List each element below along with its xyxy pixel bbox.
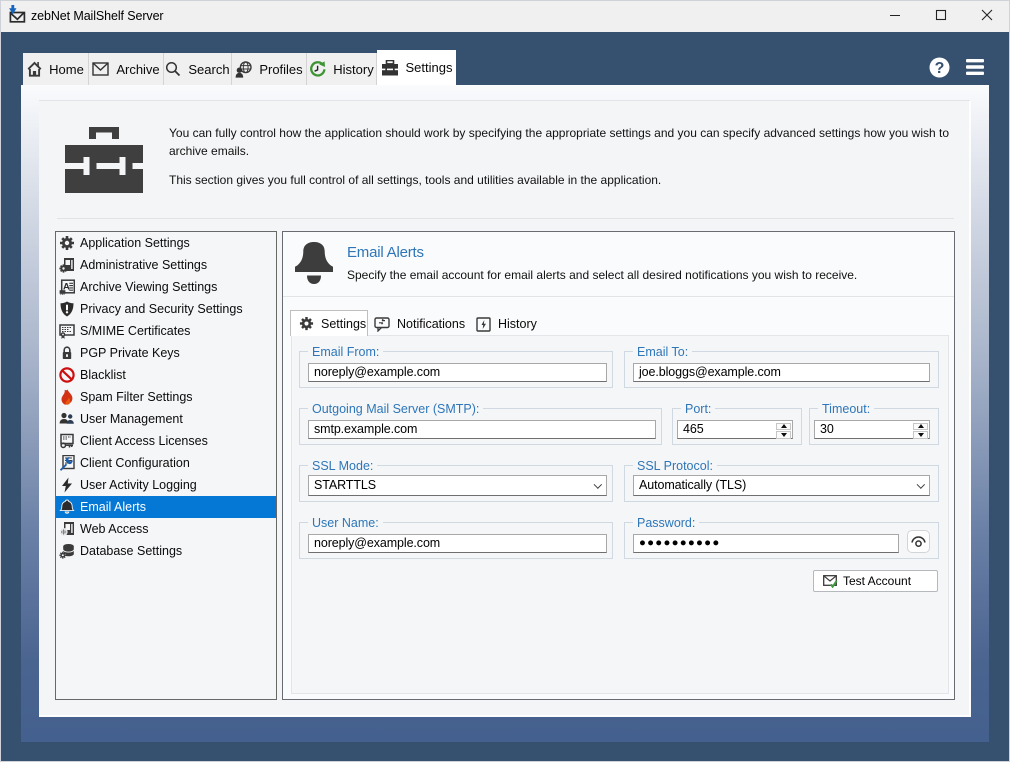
svg-text:?: ? xyxy=(935,60,945,77)
